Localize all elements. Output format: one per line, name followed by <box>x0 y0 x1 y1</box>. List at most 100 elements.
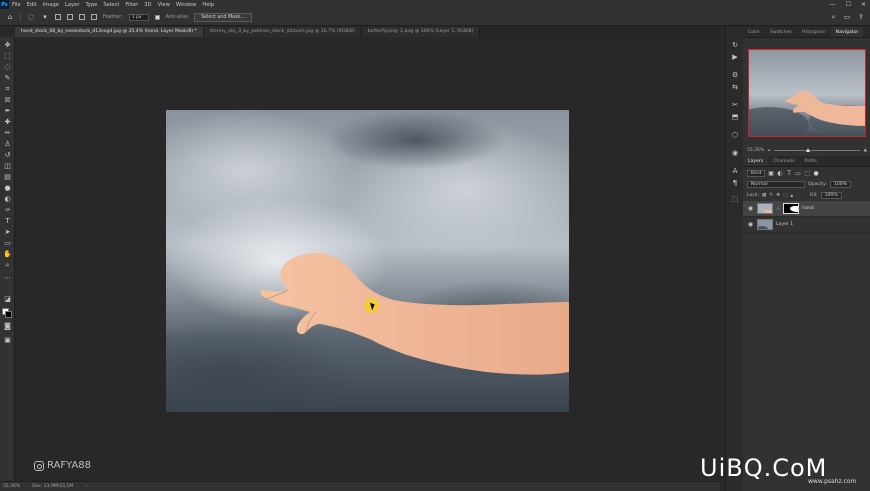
pen-tool-icon[interactable]: ✑ <box>3 206 12 215</box>
mask-link-icon[interactable]: ∞ <box>776 206 780 212</box>
menu-image[interactable]: Image <box>40 2 62 8</box>
menu-layer[interactable]: Layer <box>62 2 82 8</box>
navigator-preview[interactable] <box>748 49 866 137</box>
gradient-tool-icon[interactable]: ▤ <box>3 173 12 182</box>
eyedropper-tool-icon[interactable]: ✒ <box>3 107 12 116</box>
feather-input[interactable]: 1 px <box>128 13 149 21</box>
photoshop-logo-icon[interactable]: Ps <box>0 0 9 9</box>
history-icon[interactable]: ↻ <box>730 41 740 50</box>
dodge-tool-icon[interactable]: ◐ <box>3 195 12 204</box>
blur-tool-icon[interactable]: ● <box>3 184 12 193</box>
opacity-input[interactable]: 100% <box>829 181 852 188</box>
clone-stamp-icon[interactable]: ♙ <box>3 140 12 149</box>
path-select-icon[interactable]: ➤ <box>3 228 12 237</box>
menu-window[interactable]: Window <box>173 2 199 8</box>
3d-icon[interactable]: ⬡ <box>730 131 740 140</box>
lasso-tool-icon[interactable]: ◌ <box>3 63 12 72</box>
type-tool-icon[interactable]: T <box>3 217 12 226</box>
tab-swatches[interactable]: Swatches <box>765 27 797 37</box>
more-tools-icon[interactable]: ⋯ <box>3 274 12 283</box>
menu-select[interactable]: Select <box>100 2 122 8</box>
menu-3d[interactable]: 3D <box>141 2 154 8</box>
tab-channels[interactable]: Channels <box>768 156 799 166</box>
tab-histogram[interactable]: Histogram <box>797 27 831 37</box>
lock-move-icon[interactable]: ✥ <box>776 193 780 198</box>
layer-mask-thumbnail[interactable] <box>783 203 800 214</box>
hand-tool-icon[interactable]: ✋ <box>3 250 12 259</box>
zoom-slider-knob[interactable] <box>805 147 810 152</box>
menu-filter[interactable]: Filter <box>122 2 141 8</box>
quick-mask-icon[interactable]: ◙ <box>3 322 12 331</box>
maximize-icon[interactable]: ☐ <box>846 1 851 8</box>
tab-butterfly[interactable]: butterfly.png: 1.png @ 100% (Layer 1, RG… <box>361 27 481 37</box>
close-icon[interactable]: ✕ <box>861 1 866 8</box>
new-selection-icon[interactable] <box>55 14 61 20</box>
tool-presets-icon[interactable]: ✂ <box>730 101 740 110</box>
share-icon[interactable]: ⇪ <box>858 13 864 22</box>
subtract-selection-icon[interactable] <box>79 14 85 20</box>
select-and-mask-button[interactable]: Select and Mask... <box>194 12 252 22</box>
shape-tool-icon[interactable]: ▭ <box>3 239 12 248</box>
styles-icon[interactable]: ◉ <box>730 149 740 158</box>
libraries-icon[interactable]: ⬒ <box>730 113 740 122</box>
adjustments-icon[interactable]: ⇆ <box>730 83 740 92</box>
character-icon[interactable]: A <box>730 167 740 176</box>
tab-navigator[interactable]: Navigator <box>830 27 864 37</box>
actions-icon[interactable]: ▶ <box>730 53 740 62</box>
menu-type[interactable]: Type <box>82 2 100 8</box>
brush-tool-icon[interactable]: ✏ <box>3 129 12 138</box>
intersect-selection-icon[interactable] <box>91 14 97 20</box>
crop-tool-icon[interactable]: ⌗ <box>3 85 12 94</box>
screen-mode-icon[interactable]: ▣ <box>3 336 12 345</box>
lock-artboard-icon[interactable]: ⬚ <box>783 193 787 198</box>
tab-color[interactable]: Color <box>743 27 765 37</box>
search-icon[interactable]: ⌕ <box>832 13 836 22</box>
zoom-tool-icon[interactable]: ⌕ <box>3 261 12 270</box>
healing-brush-icon[interactable]: ✚ <box>3 118 12 127</box>
move-tool-icon[interactable]: ✥ <box>3 41 12 50</box>
navigator-zoom-value[interactable]: 35,36% <box>747 148 764 153</box>
layer-hand[interactable]: ◉ ∞ hand <box>743 201 870 217</box>
tab-hand-stock[interactable]: hand_stock_68_by_noxiestock_d13vxgd.jpg … <box>15 27 204 37</box>
home-icon[interactable]: ⌂ <box>6 13 14 21</box>
zoom-level[interactable]: 35,36% <box>3 484 20 489</box>
lasso-tool-icon[interactable]: ◌ <box>27 13 35 21</box>
workspace-icon[interactable]: ▭ <box>844 13 851 22</box>
quick-select-tool-icon[interactable]: ✎ <box>3 74 12 83</box>
paragraph-icon[interactable]: ¶ <box>730 179 740 188</box>
zoom-slider[interactable] <box>774 147 860 152</box>
visibility-eye-icon[interactable]: ◉ <box>747 221 754 228</box>
tab-stormy-sky[interactable]: stormy_sky_3_by_pelleron_stock_d2zsark.j… <box>203 27 362 37</box>
chevron-right-icon[interactable]: › <box>85 484 87 489</box>
zoom-in-icon[interactable]: ▲ <box>864 148 867 153</box>
blend-mode-select[interactable]: Normal <box>747 181 805 188</box>
fill-input[interactable]: 100% <box>820 192 842 199</box>
image-filter-icon[interactable]: ▣ <box>768 170 774 177</box>
canvas-area[interactable] <box>15 37 720 481</box>
layer-name[interactable]: hand <box>802 206 814 211</box>
layer-name[interactable]: Layer 1 <box>776 222 793 227</box>
antialias-checkbox[interactable] <box>154 14 160 20</box>
tab-layers[interactable]: Layers <box>743 156 769 166</box>
menu-view[interactable]: View <box>155 2 173 8</box>
document-image[interactable] <box>166 110 569 412</box>
properties-icon[interactable]: ⚙ <box>730 71 740 80</box>
type-filter-icon[interactable]: T <box>786 170 792 177</box>
history-brush-icon[interactable]: ↺ <box>3 151 12 160</box>
adjustment-filter-icon[interactable]: ◐ <box>777 170 783 177</box>
lock-pixels-icon[interactable]: ▦ <box>762 193 766 198</box>
add-selection-icon[interactable] <box>67 14 73 20</box>
frame-tool-icon[interactable]: ☒ <box>3 96 12 105</box>
filter-toggle-icon[interactable]: ● <box>813 170 819 177</box>
marquee-tool-icon[interactable]: ⬚ <box>3 52 12 61</box>
background-color-swatch[interactable] <box>5 311 12 318</box>
default-colors-icon[interactable]: ◪ <box>3 295 12 304</box>
shape-filter-icon[interactable]: ▭ <box>795 170 801 177</box>
layer-thumbnail[interactable] <box>757 203 773 214</box>
minimize-icon[interactable]: — <box>830 1 836 8</box>
layer-1[interactable]: ◉ Layer 1 <box>743 217 870 233</box>
glyphs-icon[interactable]: ⬚ <box>730 195 740 204</box>
tab-paths[interactable]: Paths <box>799 156 822 166</box>
lock-all-icon[interactable]: 🔒︎ <box>790 193 792 199</box>
visibility-eye-icon[interactable]: ◉ <box>747 205 754 212</box>
